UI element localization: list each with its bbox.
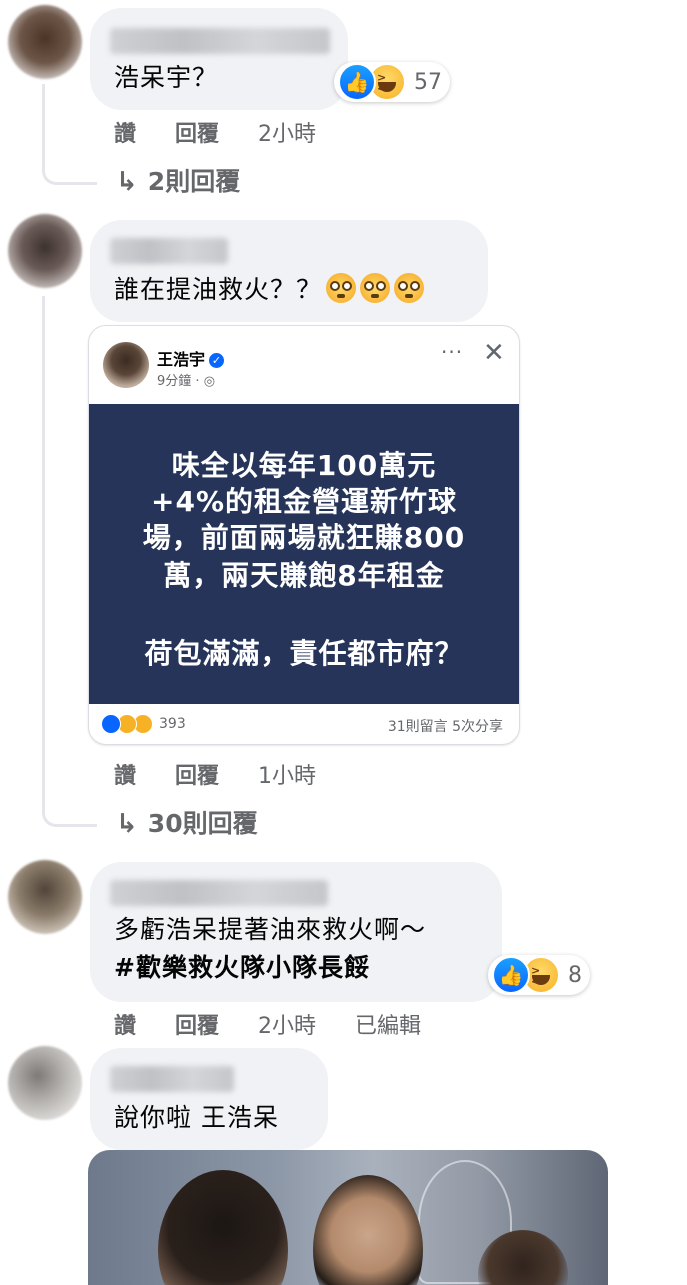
photo-person	[158, 1170, 288, 1285]
image-text-line: +4%的租金營運新竹球	[151, 485, 457, 518]
commenter-name-blurred[interactable]	[110, 1066, 234, 1092]
comment-bubble: 誰在提油救火？？	[90, 220, 488, 322]
comment-photo[interactable]	[88, 1150, 608, 1285]
timestamp[interactable]: 1小時	[258, 764, 316, 789]
comment-bubble: 浩呆宇？	[90, 8, 348, 110]
shared-post-card[interactable]: 王浩宇 ✓ 9分鐘 · ◎ ··· ✕ 味全以每年100萬元 +4%的租金營運新竹…	[88, 325, 520, 745]
like-icon: 👍	[492, 956, 530, 994]
comment-actions: 讚 回覆 1小時	[114, 758, 348, 790]
reply-arrow-icon: ↳	[116, 167, 138, 197]
comment-text: 說你啦 王浩呆	[114, 1103, 279, 1132]
flushed-face-icon	[326, 273, 357, 303]
comment-text-content: 誰在提油救火？？	[114, 275, 323, 304]
commenter-name-blurred[interactable]	[110, 238, 228, 264]
flushed-face-icon	[394, 273, 425, 303]
more-options-button[interactable]: ···	[441, 340, 463, 364]
reply-arrow-icon: ↳	[116, 809, 138, 839]
post-reaction-count: 393	[159, 716, 186, 732]
comment-actions: 讚 回覆 2小時	[114, 116, 348, 148]
thread-line	[42, 84, 97, 185]
like-button[interactable]: 讚	[114, 122, 136, 147]
post-reactions[interactable]: 393	[101, 714, 186, 734]
reaction-summary[interactable]: 👍 > < 8	[488, 955, 590, 995]
close-button[interactable]: ✕	[483, 340, 505, 366]
image-text-line: 荷包滿滿，責任都市府？	[144, 637, 464, 670]
post-time: 9分鐘 · ◎	[157, 374, 216, 389]
reaction-count: 8	[568, 962, 582, 988]
commenter-name-blurred[interactable]	[110, 28, 330, 54]
thread-line	[42, 296, 97, 827]
like-button[interactable]: 讚	[114, 764, 136, 789]
commenter-avatar[interactable]	[8, 214, 82, 288]
hashtag-link[interactable]: #歡樂救火隊小隊長餒	[114, 950, 370, 986]
like-icon	[101, 714, 121, 734]
reply-button[interactable]: 回覆	[175, 764, 219, 789]
commenter-avatar[interactable]	[8, 1046, 82, 1120]
view-replies-button[interactable]: ↳ 2則回覆	[116, 162, 240, 198]
post-author-label[interactable]: 王浩宇	[157, 350, 205, 369]
timestamp[interactable]: 2小時	[258, 1014, 316, 1039]
replies-label: 30則回覆	[147, 809, 258, 838]
timestamp[interactable]: 2小時	[258, 122, 316, 147]
flushed-face-icon	[360, 273, 391, 303]
reaction-summary[interactable]: 👍 > < 57	[334, 62, 450, 102]
edited-label: 已編輯	[355, 1014, 422, 1039]
comment-actions: 讚 回覆 2小時 已編輯	[114, 1008, 453, 1040]
comment-text-line1: 多虧浩呆提著油來救火啊～	[114, 915, 427, 944]
comment-text: 誰在提油救火？？	[114, 272, 425, 308]
globe-icon: ◎	[203, 374, 216, 389]
comment-text: 浩呆宇？	[114, 63, 219, 92]
reaction-count: 57	[414, 69, 442, 95]
post-author-name[interactable]: 王浩宇 ✓	[157, 346, 225, 370]
comment-bubble: 說你啦 王浩呆	[90, 1048, 328, 1150]
like-button[interactable]: 讚	[114, 1014, 136, 1039]
photo-person	[313, 1175, 423, 1285]
image-text-line: 味全以每年100萬元	[171, 449, 437, 482]
commenter-avatar[interactable]	[8, 5, 82, 79]
replies-label: 2則回覆	[147, 167, 241, 196]
like-icon: 👍	[338, 63, 376, 101]
commenter-name-blurred[interactable]	[110, 880, 328, 906]
image-text-line: 萬，兩天賺飽8年租金	[163, 559, 445, 592]
post-image[interactable]: 味全以每年100萬元 +4%的租金營運新竹球 場，前面兩場就狂賺800 萬，兩天…	[89, 404, 519, 704]
commenter-avatar[interactable]	[8, 860, 82, 934]
post-time-label[interactable]: 9分鐘	[157, 374, 191, 389]
image-text-line: 場，前面兩場就狂賺800	[142, 521, 466, 554]
post-comments-shares[interactable]: 31則留言 5次分享	[388, 716, 503, 736]
comment-bubble: 多虧浩呆提著油來救火啊～ #歡樂救火隊小隊長餒	[90, 862, 502, 1002]
reply-button[interactable]: 回覆	[175, 122, 219, 147]
view-replies-button[interactable]: ↳ 30則回覆	[116, 804, 258, 840]
verified-badge-icon: ✓	[209, 353, 225, 368]
post-author-avatar[interactable]	[103, 342, 149, 388]
reply-button[interactable]: 回覆	[175, 1014, 219, 1039]
